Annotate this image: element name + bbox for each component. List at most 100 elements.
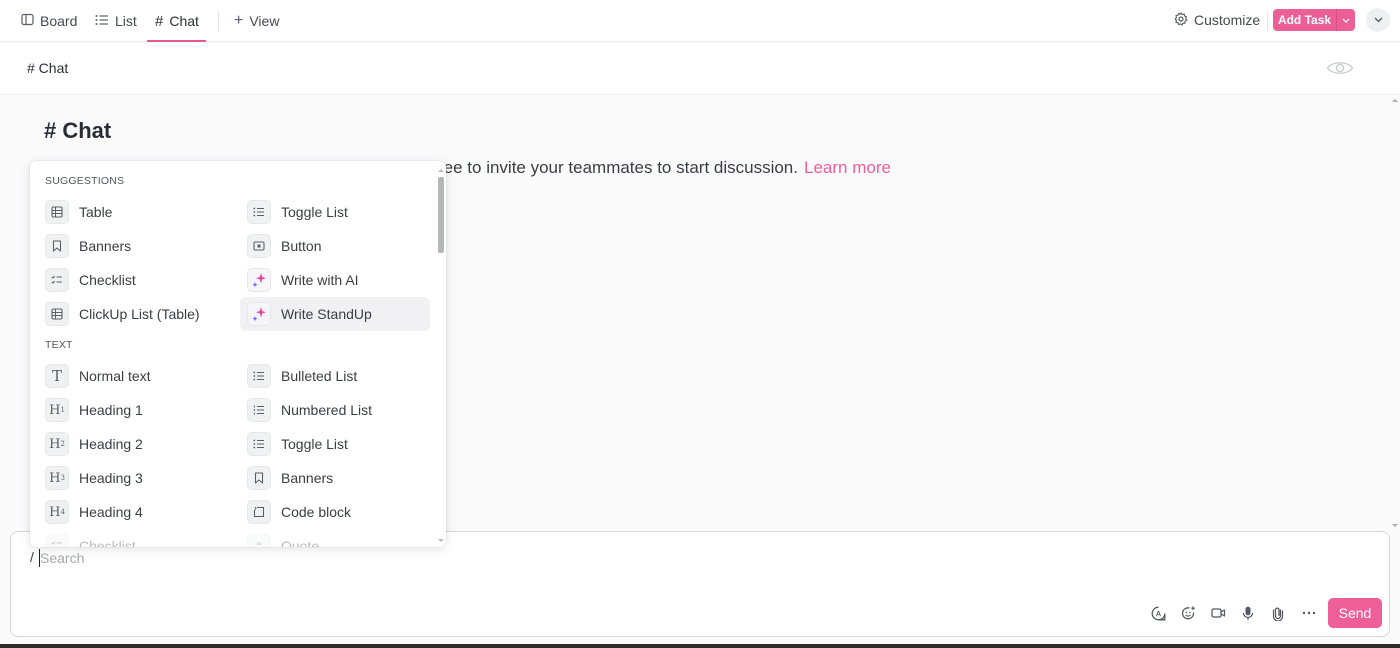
attachment-icon[interactable] <box>1268 603 1288 623</box>
menu-item-label: Table <box>79 204 113 220</box>
menu-item-label: Heading 4 <box>79 504 143 520</box>
menu-item-code-block[interactable]: Code block <box>240 495 430 529</box>
menu-item-heading-2[interactable]: H2 Heading 2 <box>38 427 228 461</box>
menu-item-label: Bulleted List <box>281 368 358 384</box>
menu-item-label: Heading 1 <box>79 402 143 418</box>
menu-item-label: Checklist <box>79 272 136 288</box>
menu-scrollbar-thumb[interactable] <box>438 177 444 253</box>
page-title: # Chat <box>44 118 112 143</box>
toggle-list-icon <box>247 200 271 224</box>
menu-item-heading-4[interactable]: H4 Heading 4 <box>38 495 228 529</box>
menu-item-label: Button <box>281 238 322 254</box>
menu-item-label: ClickUp List (Table) <box>79 306 200 322</box>
heading-1-icon: H1 <box>45 398 69 422</box>
chevron-down-icon <box>1342 18 1350 23</box>
emoji-icon[interactable] <box>1178 603 1198 623</box>
checklist-icon <box>45 268 69 292</box>
tab-label: Board <box>40 13 78 29</box>
menu-item-bulleted-list[interactable]: Bulleted List <box>240 359 430 393</box>
bookmark-icon <box>247 466 271 490</box>
svg-text:A: A <box>1155 609 1161 618</box>
hash-icon: # <box>155 12 164 30</box>
menu-item-quote[interactable]: “ Quote <box>240 529 430 547</box>
menu-item-label: Checklist <box>79 538 136 547</box>
menu-item-label: Toggle List <box>281 204 348 220</box>
tab-divider <box>218 11 219 31</box>
menu-item-label: Heading 2 <box>79 436 143 452</box>
tab-label: List <box>115 13 137 29</box>
video-icon[interactable] <box>1208 603 1228 623</box>
heading-3-icon: H3 <box>45 466 69 490</box>
sparkle-icon <box>247 302 271 326</box>
menu-item-label: Toggle List <box>281 436 348 452</box>
menu-item-label: Write with AI <box>281 272 359 288</box>
menu-item-label: Code block <box>281 504 352 520</box>
menu-item-checklist[interactable]: Checklist <box>38 263 228 297</box>
menu-item-toggle-list[interactable]: Toggle List <box>240 427 430 461</box>
menu-item-banners[interactable]: Banners <box>38 229 228 263</box>
menu-item-label: Banners <box>79 238 132 254</box>
heading-4-icon: H4 <box>45 500 69 524</box>
menu-item-label: Banners <box>281 470 334 486</box>
menu-item-checklist[interactable]: Checklist <box>38 529 228 547</box>
board-icon <box>21 13 34 29</box>
add-task-button[interactable]: Add Task <box>1273 9 1355 31</box>
tab-label: Chat <box>169 13 199 29</box>
add-task-dropdown[interactable] <box>1336 9 1355 31</box>
code-block-icon <box>247 500 271 524</box>
add-view-button[interactable]: + View <box>234 0 279 42</box>
microphone-icon[interactable] <box>1238 603 1258 623</box>
add-task-label[interactable]: Add Task <box>1273 9 1336 31</box>
menu-item-label: Heading 3 <box>79 470 143 486</box>
learn-more-link[interactable]: Learn more <box>804 158 891 177</box>
menu-item-label: Numbered List <box>281 402 373 418</box>
numbered-list-icon <box>247 398 271 422</box>
tab-label: View <box>249 13 280 29</box>
text-icon: T <box>45 364 69 388</box>
eye-icon[interactable] <box>1326 58 1354 83</box>
collapse-button[interactable] <box>1366 8 1390 32</box>
page-scrollbar-up[interactable] <box>1392 99 1398 102</box>
toolbar-divider <box>1267 11 1268 31</box>
bulleted-list-icon <box>247 364 271 388</box>
button-icon <box>247 234 271 258</box>
slash-command-menu: SUGGESTIONS Table Toggle List Banners Bu… <box>30 161 446 547</box>
toggle-list-icon <box>247 432 271 456</box>
channel-header: # Chat <box>0 43 1400 95</box>
menu-item-banners[interactable]: Banners <box>240 461 430 495</box>
menu-scrollbar-up[interactable] <box>438 169 444 172</box>
menu-item-numbered-list[interactable]: Numbered List <box>240 393 430 427</box>
channel-description: ree to invite your teammates to start di… <box>438 158 891 178</box>
menu-scrollbar-down[interactable] <box>438 539 444 542</box>
menu-item-write-with-ai[interactable]: Write with AI <box>240 263 430 297</box>
menu-item-label: Normal text <box>79 368 151 384</box>
menu-item-table[interactable]: Table <box>38 195 228 229</box>
menu-item-heading-3[interactable]: H3 Heading 3 <box>38 461 228 495</box>
gear-icon <box>1174 11 1188 29</box>
page-scrollbar-down[interactable] <box>1392 524 1398 527</box>
channel-name: # Chat <box>27 60 69 76</box>
table-icon <box>45 200 69 224</box>
customize-button[interactable]: Customize <box>1174 0 1260 40</box>
view-tabs-bar: Board List # Chat + View Customize Add T… <box>0 0 1400 42</box>
menu-item-label: Quote <box>281 538 320 547</box>
tab-board[interactable]: Board <box>21 0 77 42</box>
mention-icon[interactable]: A <box>1148 603 1168 623</box>
tab-chat[interactable]: # Chat <box>147 0 206 42</box>
customize-label: Customize <box>1194 12 1261 28</box>
menu-item-write-standup[interactable]: Write StandUp <box>240 297 430 331</box>
tab-list[interactable]: List <box>95 0 137 42</box>
bookmark-icon <box>45 234 69 258</box>
send-button[interactable]: Send <box>1328 598 1382 628</box>
list-icon <box>95 14 109 29</box>
more-icon[interactable] <box>1299 603 1319 623</box>
menu-item-heading-1[interactable]: H1 Heading 1 <box>38 393 228 427</box>
window-bottom-edge <box>0 644 1400 648</box>
slash-search-input[interactable] <box>40 547 640 569</box>
menu-item-clickup-list-table[interactable]: ClickUp List (Table) <box>38 297 228 331</box>
checklist-icon <box>45 534 69 547</box>
menu-item-button[interactable]: Button <box>240 229 430 263</box>
menu-item-normal-text[interactable]: T Normal text <box>38 359 228 393</box>
slash-prefix: / <box>30 549 34 565</box>
menu-item-toggle-list[interactable]: Toggle List <box>240 195 430 229</box>
